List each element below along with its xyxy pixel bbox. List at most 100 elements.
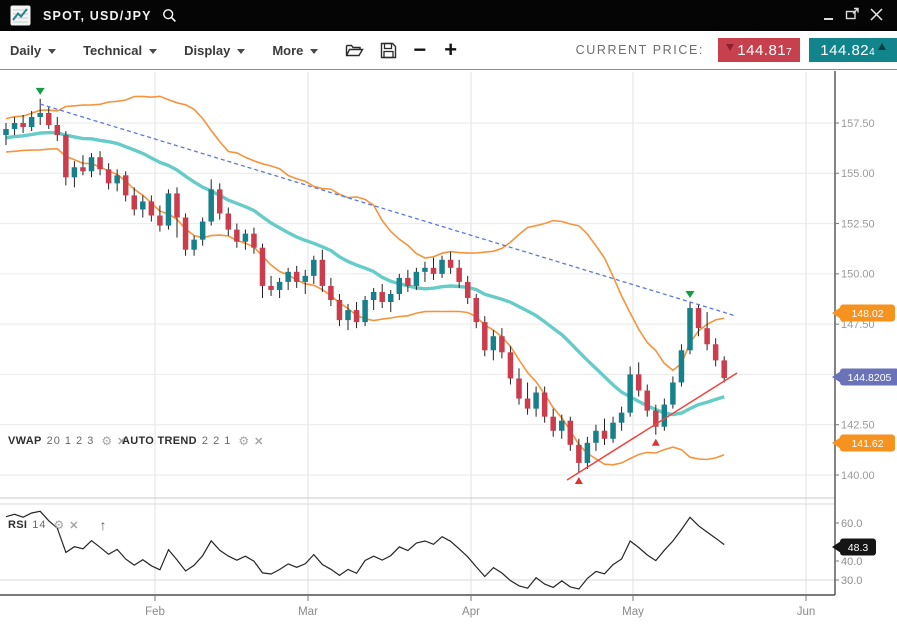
menu-daily[interactable]: Daily bbox=[10, 43, 56, 58]
chevron-down-icon bbox=[149, 49, 157, 54]
candle bbox=[525, 399, 531, 409]
chevron-down-icon bbox=[237, 49, 245, 54]
menu-more-label: More bbox=[272, 43, 303, 58]
candle bbox=[226, 214, 232, 230]
candle bbox=[679, 350, 685, 382]
candle bbox=[414, 272, 420, 286]
candle bbox=[371, 292, 377, 300]
candle bbox=[29, 117, 35, 127]
candle bbox=[174, 193, 180, 217]
autotrend-legend-name: AUTO TREND bbox=[122, 435, 197, 447]
candle bbox=[670, 382, 676, 404]
candle bbox=[55, 125, 61, 135]
candle bbox=[166, 193, 172, 225]
menu-daily-label: Daily bbox=[10, 43, 41, 58]
candle bbox=[80, 167, 86, 171]
candle bbox=[662, 405, 668, 427]
autotrend-legend-params: 2 2 1 bbox=[202, 435, 231, 447]
current-price-label: CURRENT PRICE: bbox=[576, 43, 704, 57]
popout-icon bbox=[845, 7, 860, 21]
menu-display[interactable]: Display bbox=[184, 43, 245, 58]
menu-technical[interactable]: Technical bbox=[83, 43, 157, 58]
move-pane-up-icon[interactable]: ↑ bbox=[99, 517, 106, 533]
candle bbox=[696, 308, 702, 328]
candle bbox=[602, 431, 608, 439]
candle bbox=[704, 328, 710, 344]
candle bbox=[645, 391, 651, 411]
candle bbox=[63, 135, 69, 177]
close-icon bbox=[870, 8, 883, 21]
trend-touch-marker-down bbox=[686, 291, 695, 298]
trend-touch-marker-up bbox=[652, 439, 660, 446]
toolbar: Daily Technical Display More − + CURRENT… bbox=[0, 31, 897, 70]
candle bbox=[431, 268, 437, 274]
open-chart-button[interactable] bbox=[345, 42, 364, 58]
candle bbox=[448, 260, 454, 268]
candle bbox=[619, 413, 625, 423]
rsi-axis-label: 40.0 bbox=[841, 556, 862, 568]
candle bbox=[499, 336, 505, 352]
candle bbox=[354, 310, 360, 322]
search-icon[interactable] bbox=[162, 8, 177, 23]
candle bbox=[721, 360, 727, 378]
candle bbox=[303, 276, 309, 282]
candle bbox=[516, 378, 522, 398]
gear-icon[interactable]: ⚙ bbox=[54, 518, 65, 532]
title-bar: SPOT, USD/JPY bbox=[0, 0, 897, 31]
auto-trendline-resistance[interactable] bbox=[40, 104, 736, 316]
candle bbox=[12, 123, 17, 129]
vwap-legend-name: VWAP bbox=[8, 435, 42, 447]
menu-more[interactable]: More bbox=[272, 43, 318, 58]
auto-trendline-support[interactable] bbox=[567, 373, 737, 480]
candle bbox=[405, 278, 411, 286]
price-axis-label: 155.00 bbox=[841, 168, 875, 180]
candle bbox=[533, 393, 539, 409]
svg-text:141.62: 141.62 bbox=[851, 438, 883, 450]
close-button[interactable] bbox=[865, 8, 887, 24]
candle bbox=[482, 322, 488, 350]
rsi-legend-params: 14 bbox=[32, 519, 46, 531]
arrow-down-icon bbox=[726, 44, 734, 51]
zoom-in-button[interactable]: + bbox=[444, 40, 457, 60]
candle bbox=[559, 421, 565, 431]
candle bbox=[627, 374, 633, 412]
candle bbox=[362, 300, 368, 322]
candle bbox=[585, 443, 591, 463]
minimize-icon bbox=[824, 10, 833, 20]
candle bbox=[37, 113, 43, 117]
candle bbox=[183, 218, 189, 250]
candle bbox=[123, 175, 129, 195]
candle bbox=[132, 195, 138, 209]
candle bbox=[508, 352, 514, 378]
arrow-up-icon bbox=[878, 43, 886, 50]
remove-indicator-icon[interactable]: ✕ bbox=[69, 519, 78, 532]
candle bbox=[46, 113, 52, 125]
popout-button[interactable] bbox=[841, 7, 863, 24]
gear-icon[interactable]: ⚙ bbox=[238, 434, 249, 448]
svg-text:144.8205: 144.8205 bbox=[848, 372, 892, 384]
price-axis-label: 150.00 bbox=[841, 269, 875, 281]
gear-icon[interactable]: ⚙ bbox=[101, 434, 112, 448]
zoom-out-button[interactable]: − bbox=[413, 40, 426, 60]
month-label: Feb bbox=[145, 606, 165, 618]
save-chart-button[interactable] bbox=[380, 42, 397, 59]
candle bbox=[114, 175, 120, 183]
candle bbox=[388, 294, 394, 302]
remove-indicator-icon[interactable]: ✕ bbox=[254, 435, 263, 448]
rsi-legend-name: RSI bbox=[8, 519, 27, 531]
candle bbox=[397, 278, 403, 294]
candle bbox=[491, 336, 497, 350]
chart-canvas[interactable]: 157.50155.00152.50150.00147.50145.00142.… bbox=[0, 70, 897, 624]
trend-touch-marker-up bbox=[575, 477, 583, 484]
minimize-button[interactable] bbox=[817, 8, 839, 23]
candle bbox=[294, 272, 300, 282]
current-price-panel: CURRENT PRICE: 144.817 144.824 bbox=[576, 38, 897, 62]
bid-value: 144.81 bbox=[737, 42, 786, 59]
chevron-down-icon bbox=[48, 49, 56, 54]
autotrend-indicator-legend: AUTO TREND 2 2 1 ⚙ ✕ bbox=[122, 434, 268, 448]
candle bbox=[234, 230, 240, 242]
candle bbox=[285, 272, 291, 282]
candle bbox=[542, 393, 548, 417]
upper-band-line bbox=[6, 96, 724, 370]
menu-technical-label: Technical bbox=[83, 43, 142, 58]
